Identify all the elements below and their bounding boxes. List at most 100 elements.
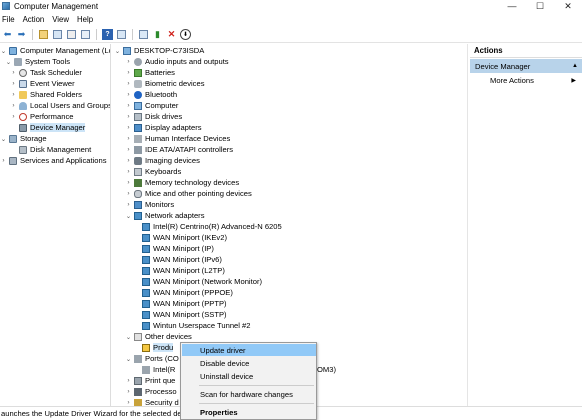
chevron-right-icon[interactable]: › (125, 201, 132, 208)
chevron-right-icon[interactable]: › (10, 102, 17, 109)
tree-item-services-applications[interactable]: › Services and Applications (0, 155, 106, 166)
disable-device-menu-item[interactable]: Disable device (182, 357, 316, 369)
chevron-right-icon[interactable]: › (0, 157, 7, 164)
scan-hardware-changes-menu-item[interactable]: Scan for hardware changes (182, 388, 316, 400)
menu-action[interactable]: Action (21, 15, 51, 24)
chevron-right-icon[interactable]: › (125, 102, 132, 109)
chevron-right-icon[interactable]: › (125, 168, 132, 175)
chevron-right-icon[interactable]: › (125, 377, 132, 384)
chevron-right-icon[interactable]: › (125, 124, 132, 131)
uninstall-device-menu-item[interactable]: Uninstall device (182, 370, 316, 382)
device-category-expanded[interactable]: ⌄ Network adapters (125, 210, 205, 221)
device-category[interactable]: › Biometric devices (125, 78, 204, 89)
chevron-right-icon[interactable]: › (125, 135, 132, 142)
properties-menu-item[interactable]: Properties (182, 406, 316, 418)
tree-item-device-manager[interactable]: Device Manager (10, 122, 86, 133)
chevron-right-icon[interactable]: › (10, 80, 17, 87)
device-item[interactable]: Intel(R) Centrino(R) Advanced-N 6205 (140, 221, 282, 232)
show-hide-tree-icon[interactable] (52, 29, 63, 40)
device-item[interactable]: WAN Miniport (SSTP) (140, 309, 227, 320)
device-item[interactable]: WAN Miniport (PPTP) (140, 298, 227, 309)
chevron-right-icon[interactable]: › (10, 69, 17, 76)
chevron-right-icon[interactable]: › (125, 157, 132, 164)
device-category[interactable]: › Computer (125, 100, 178, 111)
chevron-down-icon[interactable]: ⌄ (0, 47, 7, 55)
device-item[interactable]: Intel(R (140, 364, 175, 375)
collapse-arrow-icon[interactable]: ▲ (572, 63, 578, 69)
tree-item-system-tools[interactable]: ⌄ System Tools (5, 56, 70, 67)
device-category[interactable]: › Monitors (125, 199, 174, 210)
device-category[interactable]: › IDE ATA/ATAPI controllers (125, 144, 233, 155)
device-item[interactable]: WAN Miniport (PPPOE) (140, 287, 233, 298)
device-item[interactable]: Wintun Userspace Tunnel #2 (140, 320, 251, 331)
chevron-down-icon[interactable]: ⌄ (125, 212, 132, 220)
device-category[interactable]: › Audio inputs and outputs (125, 56, 228, 67)
chevron-down-icon[interactable]: ⌄ (125, 355, 132, 363)
tree-item-disk-management[interactable]: Disk Management (10, 144, 91, 155)
device-category[interactable]: › Human Interface Devices (125, 133, 230, 144)
device-item[interactable]: WAN Miniport (IKEv2) (140, 232, 227, 243)
show-action-pane-icon[interactable] (116, 29, 127, 40)
device-root[interactable]: ⌄ DESKTOP-C73ISDA (114, 45, 205, 56)
minimize-button[interactable]: — (498, 0, 526, 12)
tree-item-event-viewer[interactable]: › Event Viewer (10, 78, 74, 89)
vertical-scrollbar[interactable] (467, 44, 468, 406)
forward-arrow-icon[interactable]: ➡ (16, 29, 27, 40)
help-icon[interactable]: ? (102, 29, 113, 40)
device-item[interactable]: WAN Miniport (L2TP) (140, 265, 225, 276)
device-category[interactable]: › Bluetooth (125, 89, 177, 100)
chevron-right-icon[interactable]: › (125, 91, 132, 98)
back-arrow-icon[interactable]: ⬅ (2, 29, 13, 40)
menu-help[interactable]: Help (75, 15, 99, 24)
chevron-right-icon[interactable]: › (10, 91, 17, 98)
tree-item-task-scheduler[interactable]: › Task Scheduler (10, 67, 82, 78)
properties-icon[interactable] (66, 29, 77, 40)
tree-item-computer-management[interactable]: ⌄ Computer Management (Local (0, 45, 110, 56)
device-category[interactable]: › Disk drives (125, 111, 182, 122)
chevron-right-icon[interactable]: › (10, 113, 17, 120)
device-item[interactable]: WAN Miniport (IPv6) (140, 254, 222, 265)
device-category[interactable]: › Display adapters (125, 122, 201, 133)
device-category[interactable]: › Print que (125, 375, 175, 386)
chevron-down-icon[interactable]: ⌄ (125, 333, 132, 341)
close-button[interactable]: ✕ (554, 0, 582, 12)
chevron-right-icon[interactable]: › (125, 388, 132, 395)
chevron-right-icon[interactable]: › (125, 58, 132, 65)
download-icon[interactable]: ⬇ (180, 29, 191, 40)
scan-hardware-icon[interactable] (138, 29, 149, 40)
chevron-right-icon[interactable]: › (125, 399, 132, 406)
chevron-right-icon[interactable]: › (125, 146, 132, 153)
device-category[interactable]: › Batteries (125, 67, 175, 78)
device-category[interactable]: › Imaging devices (125, 155, 199, 166)
device-category[interactable]: › Keyboards (125, 166, 181, 177)
chevron-down-icon[interactable]: ⌄ (0, 135, 7, 143)
update-driver-icon[interactable]: ▮ (152, 29, 163, 40)
chevron-right-icon[interactable]: › (125, 80, 132, 87)
uninstall-icon[interactable]: ✕ (166, 29, 177, 40)
tree-item-shared-folders[interactable]: › Shared Folders (10, 89, 82, 100)
device-category-expanded[interactable]: ⌄ Ports (CO (125, 353, 179, 364)
more-actions-item[interactable]: More Actions ▶ (470, 73, 582, 87)
device-category[interactable]: › Mice and other pointing devices (125, 188, 251, 199)
chevron-down-icon[interactable]: ⌄ (114, 47, 121, 55)
update-driver-menu-item[interactable]: Update driver (182, 344, 316, 356)
device-category-expanded[interactable]: ⌄ Other devices (125, 331, 192, 342)
chevron-right-icon[interactable]: › (125, 179, 132, 186)
chevron-down-icon[interactable]: ⌄ (5, 58, 12, 66)
refresh-icon[interactable] (80, 29, 91, 40)
device-category[interactable]: › Security d (125, 397, 179, 406)
menu-view[interactable]: View (50, 15, 75, 24)
maximize-button[interactable]: ☐ (526, 0, 554, 12)
up-folder-icon[interactable] (38, 29, 49, 40)
menu-file[interactable]: File (0, 15, 21, 24)
tree-item-performance[interactable]: › Performance (10, 111, 73, 122)
device-item[interactable]: WAN Miniport (Network Monitor) (140, 276, 262, 287)
tree-item-storage[interactable]: ⌄ Storage (0, 133, 47, 144)
chevron-right-icon[interactable]: › (125, 113, 132, 120)
actions-section-device-manager[interactable]: Device Manager ▲ (470, 59, 582, 73)
chevron-right-icon[interactable]: › (125, 69, 132, 76)
chevron-right-icon[interactable]: › (125, 190, 132, 197)
device-category[interactable]: › Memory technology devices (125, 177, 239, 188)
device-item[interactable]: WAN Miniport (IP) (140, 243, 214, 254)
tree-item-local-users-groups[interactable]: › Local Users and Groups (10, 100, 110, 111)
